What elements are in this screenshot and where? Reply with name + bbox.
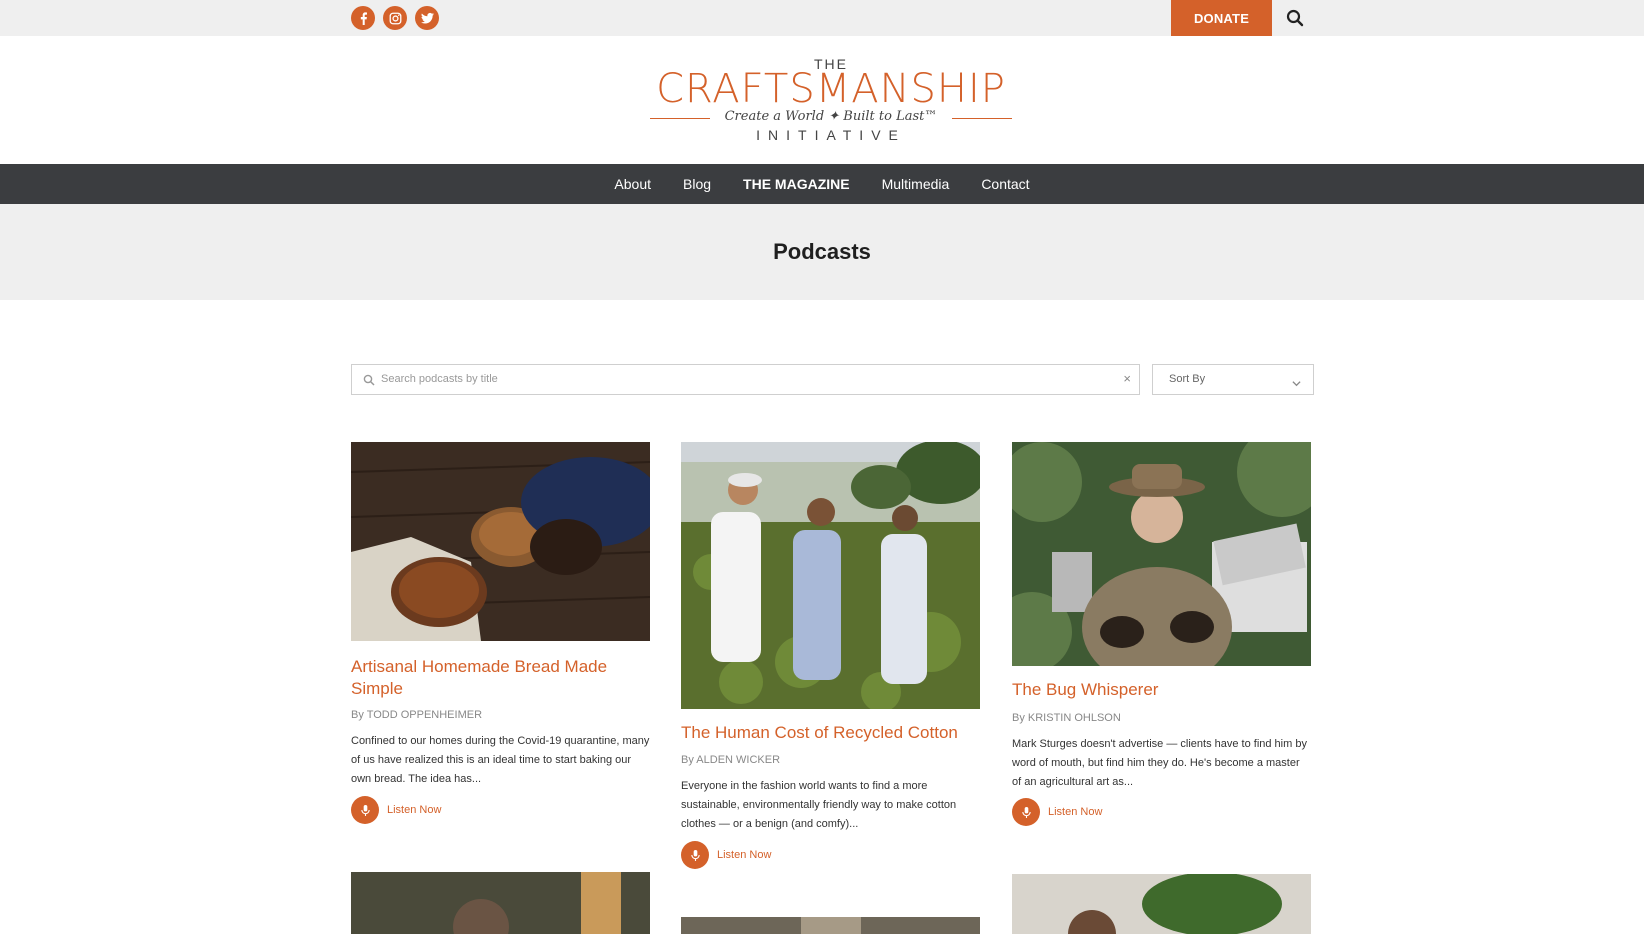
listen-now-button[interactable]: Listen Now xyxy=(681,841,771,869)
search-field-icon xyxy=(363,373,375,386)
instagram-icon[interactable] xyxy=(383,6,407,30)
microphone-icon xyxy=(351,796,379,824)
twitter-icon[interactable] xyxy=(415,6,439,30)
podcast-card-image-partial[interactable] xyxy=(681,917,980,934)
listen-now-label: Listen Now xyxy=(1048,806,1103,818)
search-icon[interactable] xyxy=(1286,9,1304,27)
search-input[interactable]: Search podcasts by title × xyxy=(351,364,1140,395)
card-byline: By ALDEN WICKER xyxy=(681,754,780,766)
nav-the-magazine[interactable]: THE MAGAZINE xyxy=(727,176,866,192)
card-description: Mark Sturges doesn't advertise — clients… xyxy=(1012,738,1307,788)
facebook-icon[interactable] xyxy=(351,6,375,30)
card-author[interactable]: ALDEN WICKER xyxy=(696,754,780,766)
bread-photo[interactable] xyxy=(351,442,650,641)
card-byline: By KRISTIN OHLSON xyxy=(1012,712,1121,724)
site-logo[interactable]: THE CRAFTSMANSHIP Create a World ✦ Built… xyxy=(646,52,1016,148)
sort-label: Sort By xyxy=(1169,373,1206,385)
byline-prefix: By xyxy=(681,754,694,766)
nav-multimedia[interactable]: Multimedia xyxy=(866,176,966,192)
listen-now-label: Listen Now xyxy=(717,849,772,861)
listen-now-label: Listen Now xyxy=(387,804,442,816)
microphone-icon xyxy=(1012,798,1040,826)
nav-contact[interactable]: Contact xyxy=(965,176,1045,192)
logo-wordmark: CRAFTSMANSHIP xyxy=(656,66,1006,112)
logo-initiative: INITIATIVE xyxy=(756,127,906,143)
listen-now-button[interactable]: Listen Now xyxy=(351,796,441,824)
card-description: Confined to our homes during the Covid-1… xyxy=(351,735,650,785)
card-title[interactable]: The Human Cost of Recycled Cotton xyxy=(681,722,980,744)
card-author[interactable]: KRISTIN OHLSON xyxy=(1028,712,1121,724)
nav-blog[interactable]: Blog xyxy=(667,176,727,192)
byline-prefix: By xyxy=(351,709,364,721)
card-byline: By TODD OPPENHEIMER xyxy=(351,709,482,721)
search-placeholder: Search podcasts by title xyxy=(381,373,498,385)
byline-prefix: By xyxy=(1012,712,1025,724)
page-title: Podcasts xyxy=(773,239,871,264)
clear-search-icon[interactable]: × xyxy=(1123,371,1131,386)
sort-select[interactable]: Sort By xyxy=(1152,364,1314,395)
logo-tagline: Create a World ✦ Built to Last™ xyxy=(724,109,938,124)
podcast-card-image-partial[interactable] xyxy=(1012,874,1311,934)
top-bar: DONATE xyxy=(0,0,1644,36)
cotton-field-photo[interactable] xyxy=(681,442,980,709)
microphone-icon xyxy=(681,841,709,869)
page-banner: Podcasts xyxy=(0,204,1644,300)
listen-now-button[interactable]: Listen Now xyxy=(1012,798,1102,826)
card-description: Everyone in the fashion world wants to f… xyxy=(681,780,957,830)
bug-whisperer-photo[interactable] xyxy=(1012,442,1311,666)
donate-button[interactable]: DONATE xyxy=(1171,0,1272,36)
nav-about[interactable]: About xyxy=(598,176,667,192)
chevron-down-icon xyxy=(1292,375,1301,387)
podcast-card-image-partial[interactable] xyxy=(351,872,650,934)
main-nav: About Blog THE MAGAZINE Multimedia Conta… xyxy=(0,164,1644,204)
card-title[interactable]: The Bug Whisperer xyxy=(1012,679,1311,701)
card-title[interactable]: Artisanal Homemade Bread Made Simple xyxy=(351,656,650,700)
card-author[interactable]: TODD OPPENHEIMER xyxy=(367,709,482,721)
